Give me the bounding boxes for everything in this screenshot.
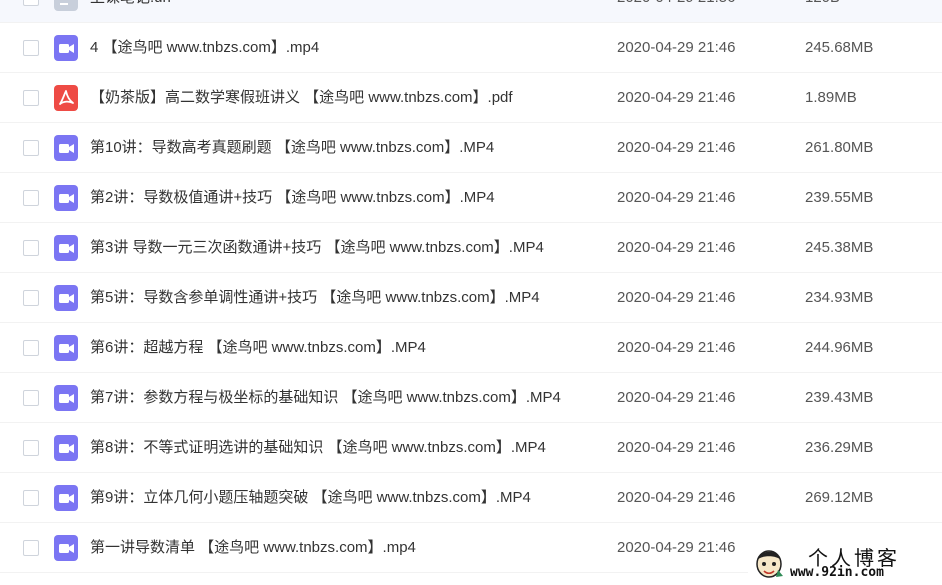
file-size: 239.43MB [805,389,874,406]
row-checkbox[interactable] [23,240,39,256]
generic-file-icon [54,0,78,11]
file-date: 2020-04-29 21:46 [617,189,736,206]
file-row[interactable]: 【奶茶版】高二数学寒假班讲义 【途鸟吧 www.tnbzs.com】.pdf 2… [0,73,942,123]
video-file-icon [54,385,78,411]
file-row[interactable]: 第10讲：导数高考真题刷题 【途鸟吧 www.tnbzs.com】.MP4 20… [0,123,942,173]
video-file-icon [54,535,78,561]
row-checkbox[interactable] [23,0,39,6]
file-size: 244.96MB [805,339,874,356]
video-file-icon [54,235,78,261]
file-name[interactable]: 上课笔记.url [90,0,171,8]
file-row[interactable]: 第8讲：不等式证明选讲的基础知识 【途鸟吧 www.tnbzs.com】.MP4… [0,423,942,473]
row-checkbox[interactable] [23,490,39,506]
file-date: 2020-04-29 21:46 [617,539,736,556]
row-checkbox[interactable] [23,290,39,306]
file-row[interactable]: 上课笔记.url 2020-04-29 21:56 120B [0,0,942,23]
file-name[interactable]: 【奶茶版】高二数学寒假班讲义 【途鸟吧 www.tnbzs.com】.pdf [90,88,513,108]
file-size: 269.12MB [805,489,874,506]
row-checkbox[interactable] [23,190,39,206]
pdf-file-icon [54,85,78,111]
file-date: 2020-04-29 21:46 [617,289,736,306]
row-checkbox[interactable] [23,90,39,106]
file-date: 2020-04-29 21:46 [617,89,736,106]
file-name[interactable]: 第一讲导数清单 【途鸟吧 www.tnbzs.com】.mp4 [90,538,416,558]
file-date: 2020-04-29 21:46 [617,439,736,456]
file-name[interactable]: 第3讲 导数一元三次函数通讲+技巧 【途鸟吧 www.tnbzs.com】.MP… [90,238,544,258]
video-file-icon [54,435,78,461]
file-row[interactable]: 第5讲：导数含参单调性通讲+技巧 【途鸟吧 www.tnbzs.com】.MP4… [0,273,942,323]
file-date: 2020-04-29 21:46 [617,339,736,356]
file-name[interactable]: 第8讲：不等式证明选讲的基础知识 【途鸟吧 www.tnbzs.com】.MP4 [90,438,546,458]
watermark-url: www.92in.com [790,565,884,580]
file-name[interactable]: 第5讲：导数含参单调性通讲+技巧 【途鸟吧 www.tnbzs.com】.MP4 [90,288,540,308]
file-size: 245.38MB [805,239,874,256]
file-size: 234.93MB [805,289,874,306]
video-file-icon [54,35,78,61]
row-checkbox[interactable] [23,540,39,556]
cartoon-face-icon [754,546,784,580]
file-name[interactable]: 4 【途鸟吧 www.tnbzs.com】.mp4 [90,38,319,58]
file-name[interactable]: 第7讲：参数方程与极坐标的基础知识 【途鸟吧 www.tnbzs.com】.MP… [90,388,561,408]
file-row[interactable]: 4 【途鸟吧 www.tnbzs.com】.mp4 2020-04-29 21:… [0,23,942,73]
row-checkbox[interactable] [23,40,39,56]
file-row[interactable]: 第2讲：导数极值通讲+技巧 【途鸟吧 www.tnbzs.com】.MP4 20… [0,173,942,223]
file-date: 2020-04-29 21:56 [617,0,735,8]
file-size: 245.68MB [805,39,874,56]
file-size: 236.29MB [805,439,874,456]
video-file-icon [54,135,78,161]
video-file-icon [54,485,78,511]
file-size: 239.55MB [805,189,874,206]
row-checkbox[interactable] [23,340,39,356]
file-name[interactable]: 第6讲：超越方程 【途鸟吧 www.tnbzs.com】.MP4 [90,338,426,358]
video-file-icon [54,335,78,361]
file-name[interactable]: 第10讲：导数高考真题刷题 【途鸟吧 www.tnbzs.com】.MP4 [90,138,494,158]
row-checkbox[interactable] [23,140,39,156]
file-list: 上课笔记.url 2020-04-29 21:56 120B 4 【途鸟吧 ww… [0,0,942,585]
file-size: 261.80MB [805,139,874,156]
row-checkbox[interactable] [23,440,39,456]
watermark: 个人博客 www.92in.com [748,540,942,585]
file-date: 2020-04-29 21:46 [617,239,736,256]
video-file-icon [54,185,78,211]
file-size: 120B [805,0,840,8]
file-row[interactable]: 第9讲：立体几何小题压轴题突破 【途鸟吧 www.tnbzs.com】.MP4 … [0,473,942,523]
file-date: 2020-04-29 21:46 [617,489,736,506]
file-size: 1.89MB [805,89,857,106]
row-checkbox[interactable] [23,390,39,406]
file-date: 2020-04-29 21:46 [617,39,736,56]
file-date: 2020-04-29 21:46 [617,139,736,156]
file-row[interactable]: 第3讲 导数一元三次函数通讲+技巧 【途鸟吧 www.tnbzs.com】.MP… [0,223,942,273]
file-name[interactable]: 第2讲：导数极值通讲+技巧 【途鸟吧 www.tnbzs.com】.MP4 [90,188,495,208]
file-row[interactable]: 第7讲：参数方程与极坐标的基础知识 【途鸟吧 www.tnbzs.com】.MP… [0,373,942,423]
video-file-icon [54,285,78,311]
file-name[interactable]: 第9讲：立体几何小题压轴题突破 【途鸟吧 www.tnbzs.com】.MP4 [90,488,531,508]
file-row[interactable]: 第6讲：超越方程 【途鸟吧 www.tnbzs.com】.MP4 2020-04… [0,323,942,373]
file-date: 2020-04-29 21:46 [617,389,736,406]
